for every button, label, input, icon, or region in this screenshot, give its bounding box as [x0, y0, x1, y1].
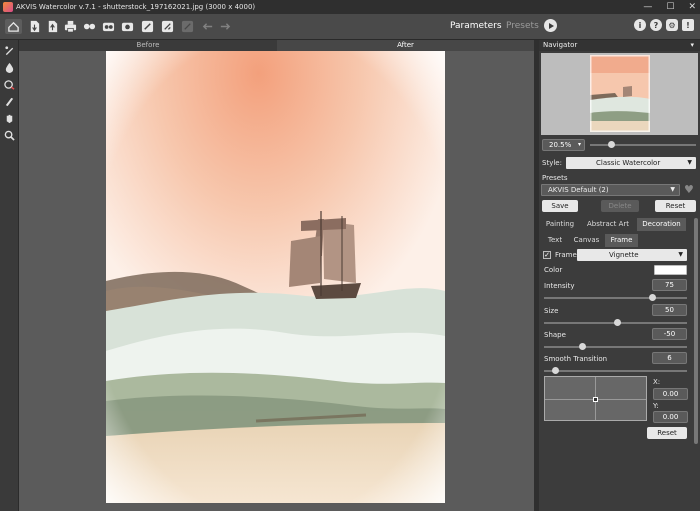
intensity-slider-thumb[interactable] [649, 294, 656, 301]
watercolor-result-image [106, 51, 445, 503]
pencil-tool-icon[interactable] [0, 42, 19, 59]
x-label: X: [653, 378, 661, 386]
settings-icon[interactable]: ⚙ [666, 19, 678, 31]
help-icon[interactable]: ? [650, 19, 662, 31]
parameters-mode-tab[interactable]: Parameters [450, 21, 502, 31]
tab-before[interactable]: Before [19, 40, 277, 51]
intensity-slider-track[interactable] [544, 297, 687, 299]
navigator-title: Navigator [543, 41, 578, 49]
shape-value[interactable]: -50 [652, 328, 687, 340]
minimize-button[interactable]: — [643, 2, 652, 12]
y-label: Y: [653, 402, 659, 410]
frame-type-value: Vignette [609, 251, 639, 259]
frame-checkbox[interactable]: ✓ [543, 251, 551, 259]
settings-panel: Navigator ▾ 20.5% ▾ Style: Classic Water… [539, 40, 700, 511]
navigator-preview[interactable] [541, 53, 698, 135]
chevron-down-icon: ▼ [670, 186, 675, 193]
style-value: Classic Watercolor [596, 159, 661, 167]
frame-checkbox-label: Frame [555, 251, 577, 259]
help-icons: i ? ⚙ ! [634, 19, 694, 31]
tab-abstract-art[interactable]: Abstract Art [582, 218, 634, 231]
color-label: Color [544, 266, 563, 274]
history-brush-icon[interactable] [0, 76, 19, 93]
smooth-transition-label: Smooth Transition [544, 355, 608, 363]
size-label: Size [544, 307, 559, 315]
run-icon[interactable] [544, 19, 557, 32]
info-icon[interactable]: i [634, 19, 646, 31]
tab-frame[interactable]: Frame [605, 234, 638, 247]
style-label: Style: [542, 159, 562, 167]
title-bar: AKVIS Watercolor v.7.1 - shutterstock_19… [0, 0, 700, 14]
frame-position-pad[interactable] [544, 376, 647, 421]
chevron-down-icon: ▼ [678, 251, 683, 258]
reset-preset-button[interactable]: Reset [655, 200, 696, 212]
frame-color-swatch[interactable] [654, 265, 687, 275]
presets-mode-tab[interactable]: Presets [506, 21, 539, 31]
brush-icon[interactable] [140, 19, 155, 34]
crop-icon[interactable] [180, 19, 195, 34]
window-title: AKVIS Watercolor v.7.1 - shutterstock_19… [16, 3, 256, 11]
intensity-value[interactable]: 75 [652, 279, 687, 291]
plugin-icon[interactable] [120, 19, 135, 34]
chevron-down-icon: ▼ [687, 159, 692, 166]
redo-icon[interactable] [218, 19, 233, 34]
tab-text[interactable]: Text [541, 234, 569, 247]
save-file-icon[interactable] [45, 19, 60, 34]
preset-select[interactable]: AKVIS Default (2) ▼ [541, 184, 680, 196]
batch-icon[interactable] [101, 19, 116, 34]
delete-preset-button[interactable]: Delete [601, 200, 639, 212]
tab-painting[interactable]: Painting [541, 218, 579, 231]
image-workspace[interactable] [19, 51, 534, 511]
undo-icon[interactable] [200, 19, 215, 34]
favorite-heart-icon[interactable]: ♥ [684, 183, 694, 196]
zoom-tool-icon[interactable] [0, 127, 19, 144]
main-toolbar [0, 14, 700, 40]
style-select[interactable]: Classic Watercolor ▼ [566, 157, 696, 169]
navigator-thumbnail [590, 55, 650, 132]
print-icon[interactable] [63, 19, 78, 34]
share-icon[interactable] [82, 19, 97, 34]
drop-tool-icon[interactable] [0, 59, 19, 76]
eraser-icon[interactable] [160, 19, 175, 34]
tab-after[interactable]: After [277, 40, 534, 51]
smooth-transition-value[interactable]: 6 [652, 352, 687, 364]
tab-decoration[interactable]: Decoration [637, 218, 686, 231]
zoom-slider-track[interactable] [590, 144, 696, 146]
shape-slider-track[interactable] [544, 346, 687, 348]
zoom-value: 20.5% [549, 141, 572, 149]
collapse-icon[interactable]: ▾ [690, 40, 694, 51]
shape-slider-thumb[interactable] [579, 343, 586, 350]
left-toolbar [0, 40, 19, 511]
x-value[interactable]: 0.00 [653, 388, 688, 400]
position-handle[interactable] [593, 397, 598, 402]
reset-frame-button[interactable]: Reset [647, 427, 687, 439]
open-file-icon[interactable] [27, 19, 42, 34]
frame-type-select[interactable]: Vignette ▼ [577, 249, 687, 261]
intensity-label: Intensity [544, 282, 575, 290]
size-slider-thumb[interactable] [614, 319, 621, 326]
chevron-down-icon: ▾ [577, 141, 581, 148]
maximize-button[interactable]: ☐ [666, 2, 674, 12]
zoom-level-select[interactable]: 20.5% ▾ [542, 139, 585, 151]
brush-tool-icon[interactable] [0, 93, 19, 110]
zoom-slider-thumb[interactable] [608, 141, 615, 148]
y-value[interactable]: 0.00 [653, 411, 688, 423]
smooth-transition-slider-thumb[interactable] [552, 367, 560, 374]
shape-label: Shape [544, 331, 566, 339]
presets-label: Presets [542, 174, 568, 182]
panel-scrollbar[interactable] [694, 218, 698, 444]
app-logo-icon [3, 2, 13, 12]
window-controls: — ☐ ✕ [643, 0, 696, 14]
close-button[interactable]: ✕ [688, 2, 696, 12]
size-value[interactable]: 50 [652, 304, 687, 316]
home-icon[interactable] [5, 19, 22, 34]
tab-canvas[interactable]: Canvas [570, 234, 603, 247]
hand-tool-icon[interactable] [0, 110, 19, 127]
navigator-header: Navigator ▾ [539, 40, 700, 51]
save-preset-button[interactable]: Save [542, 200, 578, 212]
view-tabs: Before After [19, 40, 534, 51]
preset-value: AKVIS Default (2) [548, 186, 609, 194]
news-icon[interactable]: ! [682, 19, 694, 31]
smooth-transition-slider-track[interactable] [544, 370, 687, 372]
